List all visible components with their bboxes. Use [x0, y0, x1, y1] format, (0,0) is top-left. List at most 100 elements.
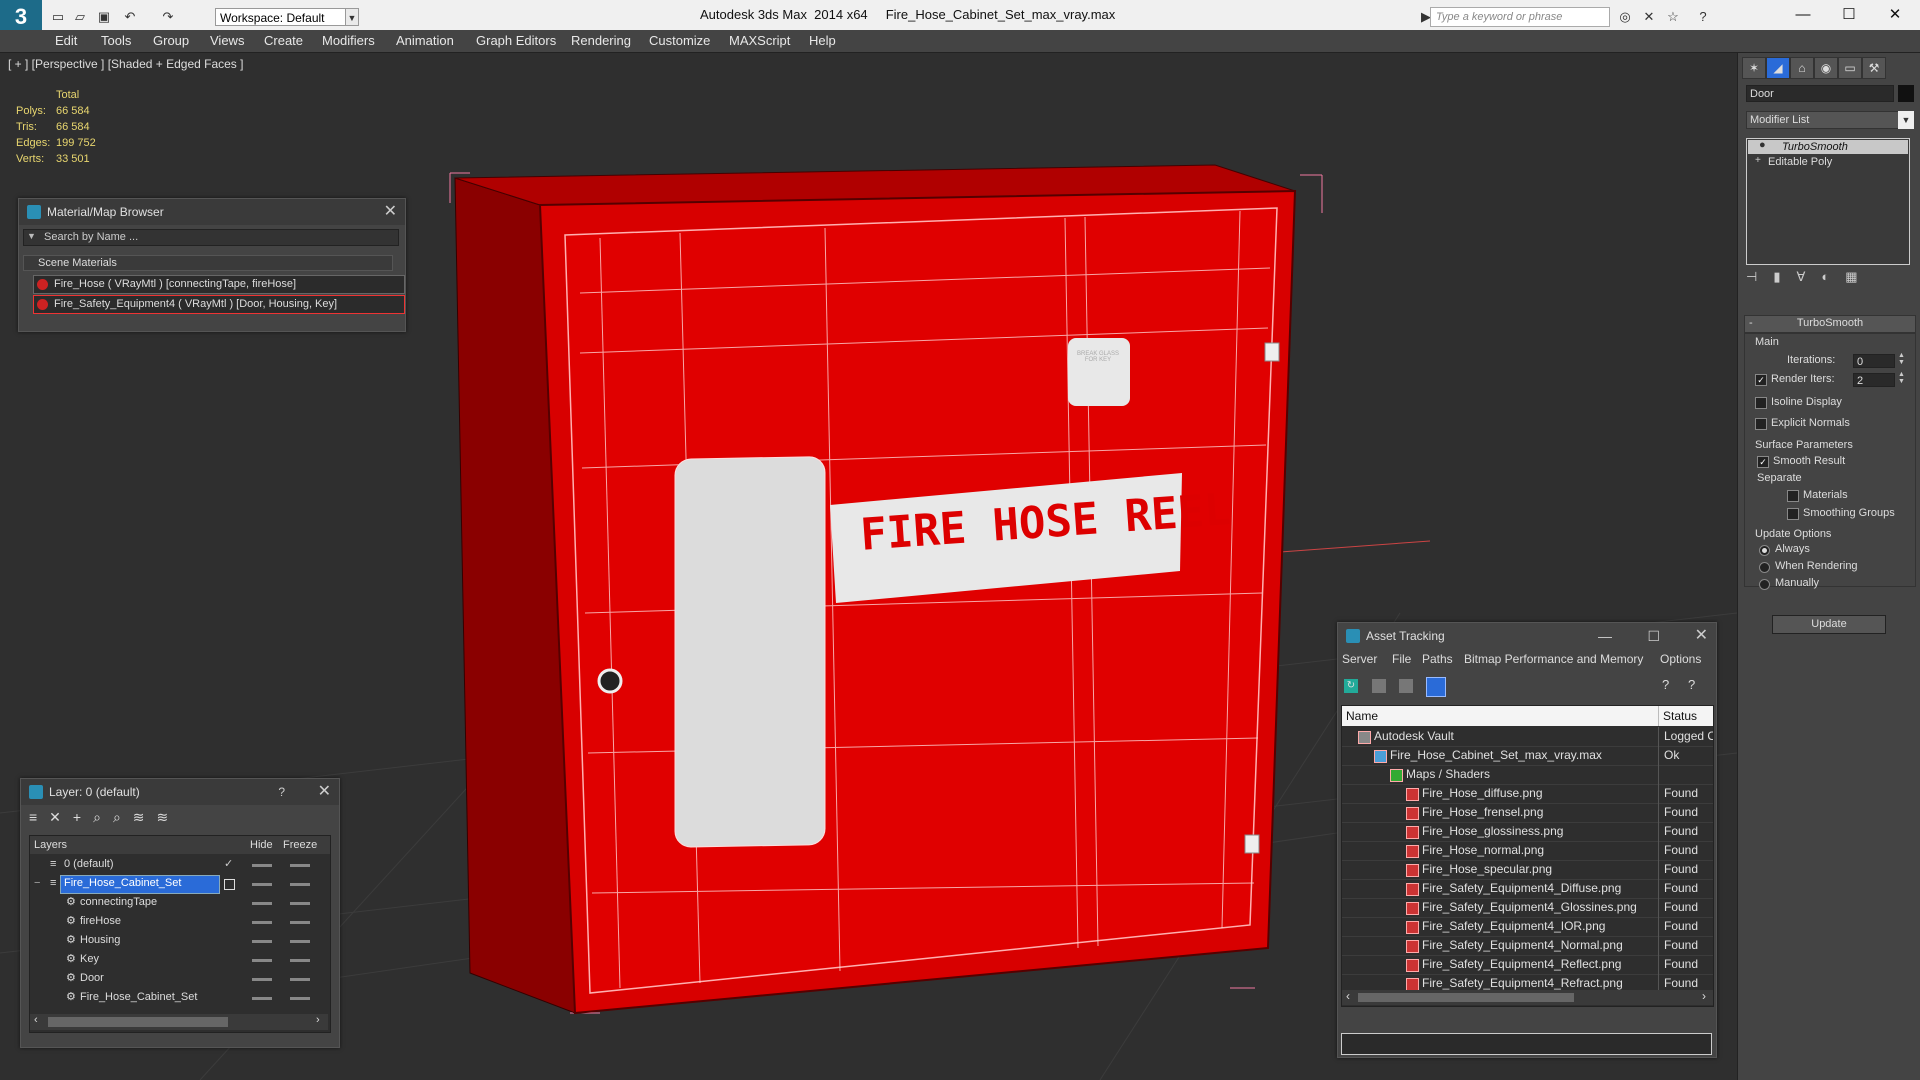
spinner-arrows-icon[interactable]: ▲ ▼ — [1898, 371, 1905, 385]
modifier-list-dropdown[interactable]: Modifier List — [1746, 111, 1906, 129]
checkmark-icon[interactable]: ✓ — [224, 855, 233, 874]
col-name[interactable]: Name — [1346, 706, 1378, 726]
spinner-arrows-icon[interactable]: ▲ ▼ — [1898, 352, 1905, 366]
hide-all-icon[interactable]: ≋ — [133, 809, 157, 825]
update-button[interactable]: Update — [1772, 615, 1886, 634]
menu-maxscript[interactable]: MAXScript — [729, 33, 790, 48]
menu-help[interactable]: Help — [809, 33, 836, 48]
col-status[interactable]: Status — [1658, 706, 1697, 726]
remove-modifier-icon[interactable]: ◐ — [1821, 269, 1845, 284]
manually-radio[interactable] — [1759, 579, 1770, 590]
asset-row[interactable]: Fire_Safety_Equipment4_Diffuse.png Found — [1342, 879, 1713, 899]
layer-row[interactable]: ⚙ Key ▬▬ ▬▬ — [30, 950, 330, 969]
save-icon[interactable]: ▣ — [96, 9, 112, 25]
when-rendering-radio[interactable] — [1759, 562, 1770, 573]
context-help-icon[interactable]: ? — [1688, 677, 1695, 692]
detail-view-icon[interactable] — [1399, 679, 1413, 693]
layer-row[interactable]: ⚙ Fire_Hose_Cabinet_Set ▬▬ ▬▬ — [30, 988, 330, 1007]
close-button[interactable]: ✕ — [1872, 0, 1918, 30]
highlight-layer-icon[interactable]: ⌕ — [113, 809, 133, 825]
menu-views[interactable]: Views — [210, 33, 244, 48]
menu-group[interactable]: Group — [153, 33, 189, 48]
asset-row[interactable]: Autodesk Vault Logged O — [1342, 727, 1713, 747]
tools-icon[interactable]: ✕ — [1641, 9, 1657, 25]
redo-icon[interactable]: ↷ — [160, 9, 176, 25]
asset-path-field[interactable] — [1341, 1033, 1712, 1055]
stack-item-editable-poly[interactable]: Editable Poly — [1748, 155, 1908, 169]
minimize-button[interactable]: — — [1780, 0, 1826, 30]
always-radio[interactable] — [1759, 545, 1770, 556]
delete-layer-icon[interactable]: ✕ — [49, 809, 73, 825]
col-freeze[interactable]: Freeze — [283, 836, 317, 854]
layer-titlebar[interactable]: Layer: 0 (default) ? ✕ — [21, 779, 339, 805]
close-icon[interactable]: ✕ — [384, 199, 397, 225]
current-layer-box[interactable] — [224, 879, 235, 890]
table-view-icon[interactable] — [1426, 677, 1446, 697]
material-search-input[interactable]: ▼ Search by Name ... — [23, 229, 399, 246]
menu-rendering[interactable]: Rendering — [571, 33, 631, 48]
create-tab-icon[interactable]: ✶ — [1742, 57, 1766, 79]
chevron-down-icon[interactable]: ▼ — [1898, 111, 1914, 129]
material-item-fire-hose[interactable]: Fire_Hose ( VRayMtl ) [connectingTape, f… — [33, 275, 405, 294]
pin-stack-icon[interactable]: ⊣ — [1746, 269, 1773, 284]
menu-edit[interactable]: Edit — [55, 33, 77, 48]
freeze-toggle[interactable]: ▬▬ — [290, 893, 310, 912]
turbosmooth-rollout-header[interactable]: - TurboSmooth — [1744, 315, 1916, 333]
collapse-icon[interactable]: - — [1749, 316, 1753, 331]
horizontal-scrollbar[interactable]: ‹ › — [1342, 989, 1713, 1005]
isoline-checkbox[interactable] — [1755, 397, 1767, 409]
menu-file[interactable]: File — [1392, 649, 1411, 669]
freeze-toggle[interactable]: ▬▬ — [290, 912, 310, 931]
scroll-left-icon[interactable]: ‹ — [34, 1014, 38, 1026]
collapse-icon[interactable]: − — [34, 874, 40, 893]
horizontal-scrollbar[interactable]: ‹ › — [30, 1014, 328, 1030]
modify-tab-icon[interactable]: ◢ — [1766, 57, 1790, 79]
help-icon[interactable]: ? — [1695, 9, 1711, 25]
layer-row[interactable]: ⚙ fireHose ▬▬ ▬▬ — [30, 912, 330, 931]
freeze-toggle[interactable]: ▬▬ — [290, 969, 310, 988]
keyword-search-input[interactable]: Type a keyword or phrase — [1430, 7, 1610, 27]
asset-row[interactable]: Fire_Hose_normal.png Found — [1342, 841, 1713, 861]
chevron-down-icon[interactable]: ▼ — [27, 231, 36, 241]
menu-animation[interactable]: Animation — [396, 33, 454, 48]
freeze-toggle[interactable]: ▬▬ — [290, 855, 310, 874]
object-color-swatch[interactable] — [1898, 85, 1914, 102]
maximize-icon[interactable]: ☐ — [1647, 623, 1660, 649]
freeze-toggle[interactable]: ▬▬ — [290, 988, 310, 1007]
asset-row[interactable]: Fire_Hose_frensel.png Found — [1342, 803, 1713, 823]
asset-row[interactable]: Maps / Shaders — [1342, 765, 1713, 785]
hide-toggle[interactable]: ▬▬ — [252, 855, 272, 874]
expand-icon[interactable]: + — [1755, 155, 1761, 166]
viewport-label[interactable]: [ + ] [Perspective ] [Shaded + Edged Fac… — [8, 57, 243, 71]
asset-row[interactable]: Fire_Safety_Equipment4_IOR.png Found — [1342, 917, 1713, 937]
open-file-icon[interactable]: ▱ — [72, 9, 88, 25]
stack-item-turbosmooth[interactable]: TurboSmooth — [1748, 140, 1908, 154]
hierarchy-tab-icon[interactable]: ⌂ — [1790, 57, 1814, 79]
hide-toggle[interactable]: ▬▬ — [252, 874, 272, 893]
list-view-icon[interactable] — [1372, 679, 1386, 693]
scroll-right-icon[interactable]: › — [316, 1014, 320, 1026]
motion-tab-icon[interactable]: ◉ — [1814, 57, 1838, 79]
asset-row[interactable]: Fire_Hose_diffuse.png Found — [1342, 784, 1713, 804]
layer-row-selected[interactable]: − ≡ Fire_Hose_Cabinet_Set ▬▬ ▬▬ — [30, 874, 330, 894]
scroll-left-icon[interactable]: ‹ — [1346, 989, 1350, 1003]
hide-toggle[interactable]: ▬▬ — [252, 893, 272, 912]
explicit-normals-checkbox[interactable] — [1755, 418, 1767, 430]
material-browser-titlebar[interactable]: Material/Map Browser ✕ — [19, 199, 405, 225]
col-layers[interactable]: Layers — [34, 836, 67, 854]
maximize-button[interactable]: ☐ — [1826, 0, 1872, 30]
scroll-thumb[interactable] — [1358, 993, 1574, 1002]
create-layer-icon[interactable]: ≡ — [29, 809, 49, 825]
menu-tools[interactable]: Tools — [101, 33, 131, 48]
make-unique-icon[interactable]: ∀ — [1796, 269, 1821, 284]
menu-customize[interactable]: Customize — [649, 33, 710, 48]
scroll-thumb[interactable] — [48, 1017, 228, 1027]
show-end-result-icon[interactable]: ▮ — [1773, 269, 1796, 284]
freeze-all-icon[interactable]: ≋ — [157, 809, 181, 825]
hide-toggle[interactable]: ▬▬ — [252, 931, 272, 950]
help-icon[interactable]: ? — [1662, 677, 1669, 692]
col-hide[interactable]: Hide — [250, 836, 273, 854]
add-to-layer-icon[interactable]: + — [73, 809, 93, 825]
menu-server[interactable]: Server — [1342, 649, 1377, 669]
hide-toggle[interactable]: ▬▬ — [252, 969, 272, 988]
